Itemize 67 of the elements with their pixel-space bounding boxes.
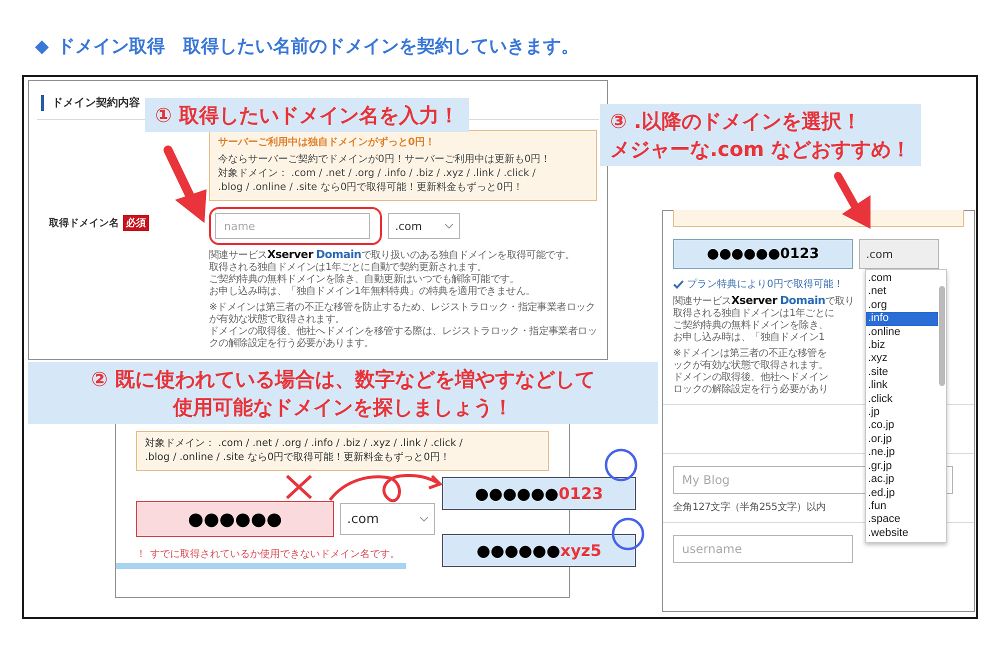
notice-text: 今ならサーバーご契約でドメインが0円！サーバーご利用中は更新も0円！ [218,153,552,167]
error-message: すでに取得されているか使用できないドメイン名です。 [150,548,400,561]
callout-label: ② 既に使われている場合は、数字などを増やすなどして 使用可能なドメインを探しましょう！ [28,362,658,424]
dropdown-option[interactable]: .biz [866,339,938,352]
check-icon [673,280,684,288]
dropdown-option[interactable]: .com [866,272,938,286]
dropdown-option[interactable]: .link [866,379,938,393]
dropdown-option[interactable]: .click [866,392,938,406]
dropdown-option[interactable]: .info [866,312,938,326]
description-text: ご契約特典の無料ドメインを除き、自動更新はいつでも解除可能です。 [209,274,520,286]
notice-text: 対象ドメイン： .com / .net / .org / .info / .biz / .xyz / .link / .click / [145,437,464,451]
domain-input[interactable]: name [215,213,370,239]
domain-input[interactable]: ●●●●●●0123 [673,239,853,269]
circle-mark [604,448,638,482]
dropdown-option[interactable]: .ne.jp [866,446,938,460]
note-text: ドメインの取得後、他社へドメイン [673,372,830,384]
required-badge: 必須 [123,215,149,231]
curved-arrow-icon [328,474,443,502]
dropdown-option[interactable]: .xyz [866,352,938,366]
note-text: ックが有効な状態で取得されます。 [673,360,830,372]
callout-label: ③ .以降のドメインを選択！ メジャーな.com などおすすめ！ [600,104,921,166]
page-heading: ドメイン取得 取得したい名前のドメインを契約していきます。 [56,35,579,58]
dropdown-option[interactable]: .or.jp [866,432,938,446]
arrow-icon [164,146,207,223]
description-text: 取得される独自ドメインは1年ごとに自動で契約更新されます。 [209,262,488,274]
dropdown-option[interactable]: .jp [866,406,938,420]
description-text: ご契約特典の無料ドメインを除き、 [673,320,830,332]
description-text: お申し込み時は、「独自ドメイン1年無料特典」の特典を適用できません。 [209,286,536,298]
suggestion-box: ●●●●●●0123 [442,477,636,510]
username-input[interactable]: username [673,535,853,563]
diamond-icon: ◆ [35,36,49,56]
dropdown-option[interactable]: .ac.jp [866,473,938,486]
notice-title: サーバーご利用中は独自ドメインがずっと0円！ [218,136,436,150]
note-text: ドメインの取得後、他社へドメインを移管する際は、レジストラロック・指定事業者ロックの解除設定を行う必要があります。 [209,326,597,350]
tld-select[interactable]: .com [340,503,435,535]
tld-select[interactable]: .com [859,239,939,269]
dropdown-option[interactable]: .space [866,513,938,527]
note-text: ※ドメインは第三者の不正な移管を [673,348,828,360]
arrow-icon [834,172,870,229]
notice-text: 対象ドメイン： .com / .net / .org / .info / .biz / .xyz / .link / .click / [218,167,537,181]
description-text: 取得される独自ドメインは1年ごとに [673,308,836,320]
note-text: ※ドメインは第三者の不正な移管を防止するため、レジストラロック・指定事業者ロックが有効な状態で取得されます。 [209,302,596,326]
domain-input[interactable]: ●●●●●● [136,501,334,537]
dropdown-option[interactable]: .site [866,366,938,380]
notice-text: .blog / .online / .site なら0円で取得可能！更新料金もずっと0円！ [145,451,452,465]
dropdown-option[interactable]: .fun [866,500,938,514]
cross-icon [286,474,312,500]
notice-text: .blog / .online / .site なら0円で取得可能！更新料金もずっと0円！ [218,181,524,195]
field-label: 取得ドメイン名 [49,216,119,230]
error-icon: ！ [136,547,146,561]
dropdown-option[interactable]: .website [866,526,938,540]
callout-label: ① 取得したいドメイン名を入力！ [145,98,469,132]
dropdown-option[interactable]: .online [866,326,938,340]
ok-message: プラン特典により0円で取得可能！ [687,278,844,291]
service-text: 関連サービスXserver Domainで取り扱いのある独自ドメインを取得可能です。 [209,249,576,262]
suggestion-box: ●●●●●●xyz5 [442,534,636,567]
chevron-down-icon [445,224,453,228]
circle-mark [612,518,644,550]
tld-select[interactable]: .com [388,213,460,239]
dropdown-option[interactable]: .org [866,298,938,312]
dropdown-option[interactable]: .co.jp [866,419,938,433]
hint-text: 全角127文字（半角255文字）以内 [673,500,826,514]
dropdown-option[interactable]: .net [866,285,938,299]
description-text: お申し込み時は、「独自ドメイン1 [673,332,826,344]
note-text: ロックの解除設定を行う必要があり [673,384,830,396]
chevron-down-icon [420,516,428,522]
service-text: 関連サービスXserver Domainで取り [673,295,856,308]
